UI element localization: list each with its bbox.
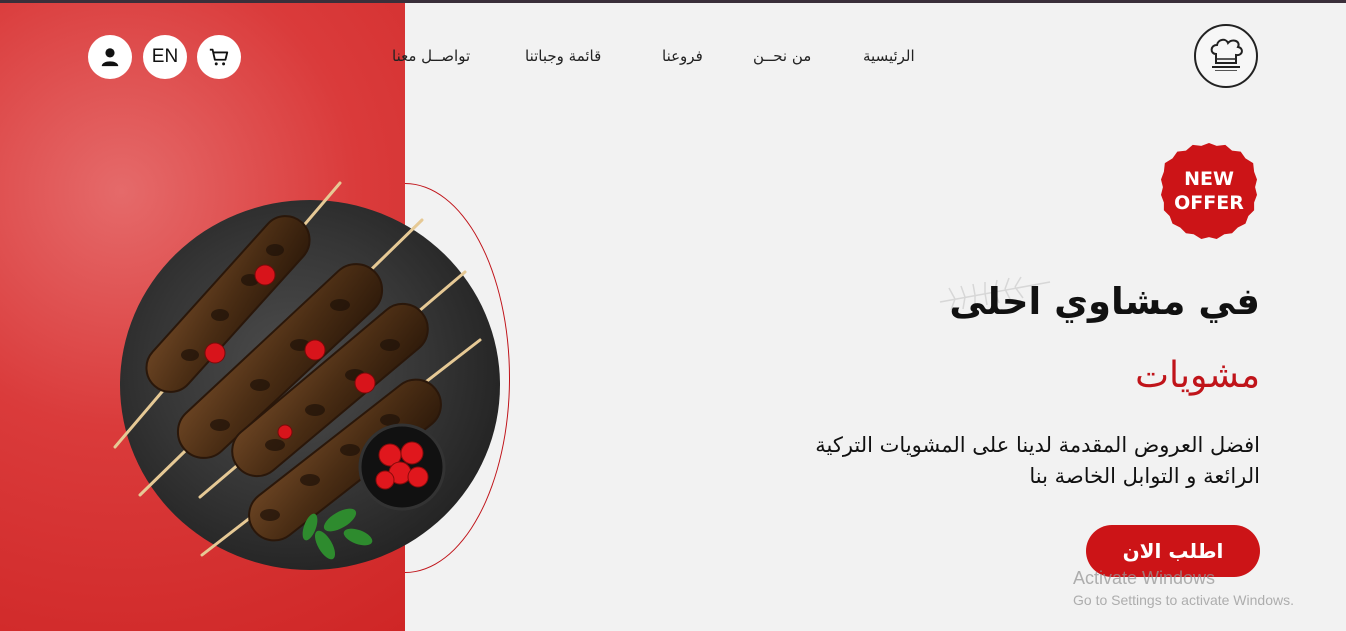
- chef-hat-icon: [1210, 38, 1243, 71]
- badge-line-1: NEW: [1184, 168, 1234, 190]
- cart-button[interactable]: [197, 35, 241, 79]
- cart-icon: [209, 48, 229, 66]
- activate-windows-title: Activate Windows: [1073, 568, 1216, 588]
- activate-windows-subtitle: Go to Settings to activate Windows.: [1073, 592, 1294, 608]
- nav-home[interactable]: الرئيسية: [863, 47, 915, 69]
- description-line-1: افضل العروض المقدمة لدينا على المشويات ا…: [815, 433, 1260, 457]
- user-icon: [101, 48, 119, 67]
- new-offer-badge: NEW OFFER: [1161, 143, 1257, 239]
- nav-menu[interactable]: قائمة وجباتنا: [525, 47, 601, 69]
- hero-subhead: مشويات: [1135, 355, 1260, 396]
- hero-headline: في مشاوي احلى: [949, 280, 1260, 323]
- user-button[interactable]: [88, 35, 132, 79]
- nav-contact[interactable]: تواصــل معنا: [392, 47, 470, 69]
- brand-logo[interactable]: [1194, 24, 1258, 88]
- nav-branches[interactable]: فروعنا: [662, 47, 703, 69]
- language-button[interactable]: EN: [143, 35, 187, 79]
- kebab-plate-image: [113, 181, 500, 570]
- nav-about[interactable]: من نحــن: [753, 47, 811, 69]
- hero-description: افضل العروض المقدمة لدينا على المشويات ا…: [740, 430, 1260, 492]
- badge-line-2: OFFER: [1174, 192, 1244, 214]
- description-line-2: الرائعة و التوابل الخاصة بنا: [1029, 464, 1260, 488]
